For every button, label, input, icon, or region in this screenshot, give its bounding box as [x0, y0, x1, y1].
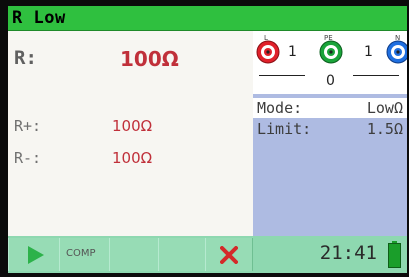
r-minus-label: R-:	[14, 149, 42, 167]
settings-panel: Mode: LowΩ Limit: 1.5Ω	[253, 94, 407, 236]
start-softkey[interactable]	[8, 238, 60, 271]
terminal-panel: L 1 PE 1 0 N	[253, 31, 407, 94]
cancel-softkey[interactable]	[205, 238, 253, 271]
clock: 21:41	[319, 242, 377, 264]
limit-label: Limit:	[257, 120, 312, 138]
r-plus-label: R+:	[14, 117, 42, 135]
comp-label: COMP	[66, 248, 96, 259]
softkey-bar: COMP 21:41	[8, 236, 407, 273]
screen-title: R Low	[12, 8, 66, 28]
mode-value: LowΩ	[366, 99, 403, 117]
title-bar: R Low	[8, 6, 407, 31]
terminal-n-icon	[386, 40, 407, 64]
play-icon	[28, 246, 44, 264]
l-pe-connection-line	[259, 75, 305, 76]
pe-n-connection-line	[353, 75, 399, 76]
r-minus-value: 100Ω	[112, 149, 153, 167]
terminal-pe-icon	[319, 40, 343, 64]
close-icon	[220, 246, 238, 264]
battery-icon	[388, 241, 401, 268]
softkey-3[interactable]	[109, 238, 159, 271]
mode-row[interactable]: Mode: LowΩ	[253, 98, 407, 118]
terminal-l-count: 1	[288, 44, 297, 60]
measurement-panel: R: 100Ω R+: 100Ω R-: 100Ω	[8, 31, 253, 236]
terminal-l-icon	[256, 40, 280, 64]
softkey-4[interactable]	[158, 238, 206, 271]
mode-label: Mode:	[257, 99, 303, 117]
terminal-pe-count: 1	[364, 44, 373, 60]
terminal-pe-below-count: 0	[326, 73, 335, 89]
r-label: R:	[14, 47, 37, 69]
limit-value[interactable]: 1.5Ω	[367, 120, 403, 138]
comp-softkey[interactable]: COMP	[59, 238, 110, 271]
instrument-screen: R Low R: 100Ω R+: 100Ω R-: 100Ω L 1 PE 1…	[8, 6, 407, 273]
r-plus-value: 100Ω	[112, 117, 153, 135]
r-value: 100Ω	[120, 47, 179, 71]
